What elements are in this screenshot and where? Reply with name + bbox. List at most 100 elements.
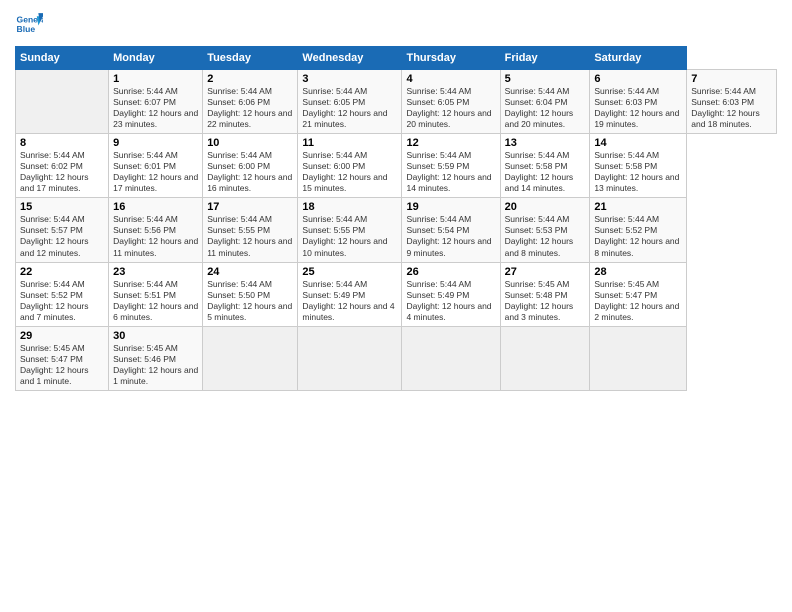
day-number: 22: [20, 266, 104, 278]
day-info: Sunrise: 5:44 AMSunset: 6:03 PMDaylight:…: [691, 86, 760, 129]
calendar-week-1: 8 Sunrise: 5:44 AMSunset: 6:02 PMDayligh…: [16, 134, 777, 198]
weekday-header-monday: Monday: [109, 47, 203, 70]
day-number: 7: [691, 73, 772, 85]
calendar-cell: 5 Sunrise: 5:44 AMSunset: 6:04 PMDayligh…: [500, 70, 590, 134]
day-info: Sunrise: 5:44 AMSunset: 6:01 PMDaylight:…: [113, 150, 198, 193]
day-info: Sunrise: 5:44 AMSunset: 6:04 PMDaylight:…: [505, 86, 574, 129]
calendar-cell: 28 Sunrise: 5:45 AMSunset: 5:47 PMDaylig…: [590, 262, 687, 326]
day-number: 26: [406, 266, 495, 278]
calendar-cell: 21 Sunrise: 5:44 AMSunset: 5:52 PMDaylig…: [590, 198, 687, 262]
calendar-week-3: 22 Sunrise: 5:44 AMSunset: 5:52 PMDaylig…: [16, 262, 777, 326]
day-number: 6: [594, 73, 682, 85]
day-number: 1: [113, 73, 198, 85]
day-info: Sunrise: 5:44 AMSunset: 5:55 PMDaylight:…: [207, 214, 292, 257]
logo: General Blue: [15, 10, 43, 38]
day-info: Sunrise: 5:44 AMSunset: 6:06 PMDaylight:…: [207, 86, 292, 129]
calendar-cell: 2 Sunrise: 5:44 AMSunset: 6:06 PMDayligh…: [203, 70, 298, 134]
calendar-cell: 6 Sunrise: 5:44 AMSunset: 6:03 PMDayligh…: [590, 70, 687, 134]
calendar-cell: 29 Sunrise: 5:45 AMSunset: 5:47 PMDaylig…: [16, 326, 109, 390]
weekday-header-sunday: Sunday: [16, 47, 109, 70]
day-number: 24: [207, 266, 293, 278]
day-number: 11: [302, 137, 397, 149]
day-info: Sunrise: 5:44 AMSunset: 6:00 PMDaylight:…: [302, 150, 387, 193]
day-info: Sunrise: 5:44 AMSunset: 5:52 PMDaylight:…: [20, 279, 89, 322]
day-number: 10: [207, 137, 293, 149]
day-number: 25: [302, 266, 397, 278]
day-number: 3: [302, 73, 397, 85]
svg-text:Blue: Blue: [17, 24, 36, 34]
calendar-cell: 4 Sunrise: 5:44 AMSunset: 6:05 PMDayligh…: [402, 70, 500, 134]
weekday-header-saturday: Saturday: [590, 47, 687, 70]
day-info: Sunrise: 5:45 AMSunset: 5:47 PMDaylight:…: [594, 279, 679, 322]
day-number: 8: [20, 137, 104, 149]
day-info: Sunrise: 5:44 AMSunset: 6:05 PMDaylight:…: [302, 86, 387, 129]
day-number: 14: [594, 137, 682, 149]
day-info: Sunrise: 5:44 AMSunset: 6:00 PMDaylight:…: [207, 150, 292, 193]
day-info: Sunrise: 5:44 AMSunset: 5:56 PMDaylight:…: [113, 214, 198, 257]
day-number: 12: [406, 137, 495, 149]
logo-icon: General Blue: [15, 10, 43, 38]
calendar-week-2: 15 Sunrise: 5:44 AMSunset: 5:57 PMDaylig…: [16, 198, 777, 262]
day-number: 2: [207, 73, 293, 85]
calendar-cell: 11 Sunrise: 5:44 AMSunset: 6:00 PMDaylig…: [298, 134, 402, 198]
day-info: Sunrise: 5:44 AMSunset: 5:49 PMDaylight:…: [406, 279, 491, 322]
day-info: Sunrise: 5:45 AMSunset: 5:48 PMDaylight:…: [505, 279, 574, 322]
calendar-week-0: 1 Sunrise: 5:44 AMSunset: 6:07 PMDayligh…: [16, 70, 777, 134]
calendar-cell: 16 Sunrise: 5:44 AMSunset: 5:56 PMDaylig…: [109, 198, 203, 262]
day-number: 23: [113, 266, 198, 278]
day-number: 13: [505, 137, 586, 149]
calendar-cell: 14 Sunrise: 5:44 AMSunset: 5:58 PMDaylig…: [590, 134, 687, 198]
calendar-cell: [298, 326, 402, 390]
day-info: Sunrise: 5:44 AMSunset: 5:58 PMDaylight:…: [594, 150, 679, 193]
calendar-cell: 8 Sunrise: 5:44 AMSunset: 6:02 PMDayligh…: [16, 134, 109, 198]
calendar-cell: 13 Sunrise: 5:44 AMSunset: 5:58 PMDaylig…: [500, 134, 590, 198]
calendar-cell: 26 Sunrise: 5:44 AMSunset: 5:49 PMDaylig…: [402, 262, 500, 326]
calendar-cell: 17 Sunrise: 5:44 AMSunset: 5:55 PMDaylig…: [203, 198, 298, 262]
day-info: Sunrise: 5:45 AMSunset: 5:47 PMDaylight:…: [20, 343, 89, 386]
calendar-cell: 30 Sunrise: 5:45 AMSunset: 5:46 PMDaylig…: [109, 326, 203, 390]
calendar-cell: 19 Sunrise: 5:44 AMSunset: 5:54 PMDaylig…: [402, 198, 500, 262]
day-number: 18: [302, 201, 397, 213]
day-info: Sunrise: 5:44 AMSunset: 5:58 PMDaylight:…: [505, 150, 574, 193]
day-info: Sunrise: 5:44 AMSunset: 5:55 PMDaylight:…: [302, 214, 387, 257]
calendar-cell: 24 Sunrise: 5:44 AMSunset: 5:50 PMDaylig…: [203, 262, 298, 326]
weekday-header-friday: Friday: [500, 47, 590, 70]
calendar-cell: 23 Sunrise: 5:44 AMSunset: 5:51 PMDaylig…: [109, 262, 203, 326]
calendar-cell: 3 Sunrise: 5:44 AMSunset: 6:05 PMDayligh…: [298, 70, 402, 134]
calendar-cell: 25 Sunrise: 5:44 AMSunset: 5:49 PMDaylig…: [298, 262, 402, 326]
calendar-cell: 20 Sunrise: 5:44 AMSunset: 5:53 PMDaylig…: [500, 198, 590, 262]
weekday-header-tuesday: Tuesday: [203, 47, 298, 70]
day-info: Sunrise: 5:44 AMSunset: 5:51 PMDaylight:…: [113, 279, 198, 322]
day-number: 28: [594, 266, 682, 278]
weekday-header-thursday: Thursday: [402, 47, 500, 70]
calendar-cell: 1 Sunrise: 5:44 AMSunset: 6:07 PMDayligh…: [109, 70, 203, 134]
day-info: Sunrise: 5:44 AMSunset: 6:03 PMDaylight:…: [594, 86, 679, 129]
calendar-cell: 7 Sunrise: 5:44 AMSunset: 6:03 PMDayligh…: [687, 70, 777, 134]
day-info: Sunrise: 5:44 AMSunset: 5:50 PMDaylight:…: [207, 279, 292, 322]
day-number: 16: [113, 201, 198, 213]
calendar-cell: 10 Sunrise: 5:44 AMSunset: 6:00 PMDaylig…: [203, 134, 298, 198]
day-info: Sunrise: 5:44 AMSunset: 5:59 PMDaylight:…: [406, 150, 491, 193]
calendar-week-4: 29 Sunrise: 5:45 AMSunset: 5:47 PMDaylig…: [16, 326, 777, 390]
day-info: Sunrise: 5:44 AMSunset: 6:07 PMDaylight:…: [113, 86, 198, 129]
calendar-cell: [203, 326, 298, 390]
day-info: Sunrise: 5:44 AMSunset: 6:05 PMDaylight:…: [406, 86, 491, 129]
day-number: 27: [505, 266, 586, 278]
calendar-table: SundayMondayTuesdayWednesdayThursdayFrid…: [15, 46, 777, 391]
day-info: Sunrise: 5:44 AMSunset: 5:57 PMDaylight:…: [20, 214, 89, 257]
day-number: 17: [207, 201, 293, 213]
day-number: 15: [20, 201, 104, 213]
calendar-cell: 27 Sunrise: 5:45 AMSunset: 5:48 PMDaylig…: [500, 262, 590, 326]
day-info: Sunrise: 5:45 AMSunset: 5:46 PMDaylight:…: [113, 343, 198, 386]
calendar-cell: 22 Sunrise: 5:44 AMSunset: 5:52 PMDaylig…: [16, 262, 109, 326]
day-number: 4: [406, 73, 495, 85]
calendar-cell-empty: [16, 70, 109, 134]
day-number: 5: [505, 73, 586, 85]
day-number: 20: [505, 201, 586, 213]
day-info: Sunrise: 5:44 AMSunset: 5:49 PMDaylight:…: [302, 279, 394, 322]
calendar-cell: [590, 326, 687, 390]
calendar-cell: [500, 326, 590, 390]
calendar-cell: 18 Sunrise: 5:44 AMSunset: 5:55 PMDaylig…: [298, 198, 402, 262]
day-info: Sunrise: 5:44 AMSunset: 5:52 PMDaylight:…: [594, 214, 679, 257]
day-number: 30: [113, 330, 198, 342]
